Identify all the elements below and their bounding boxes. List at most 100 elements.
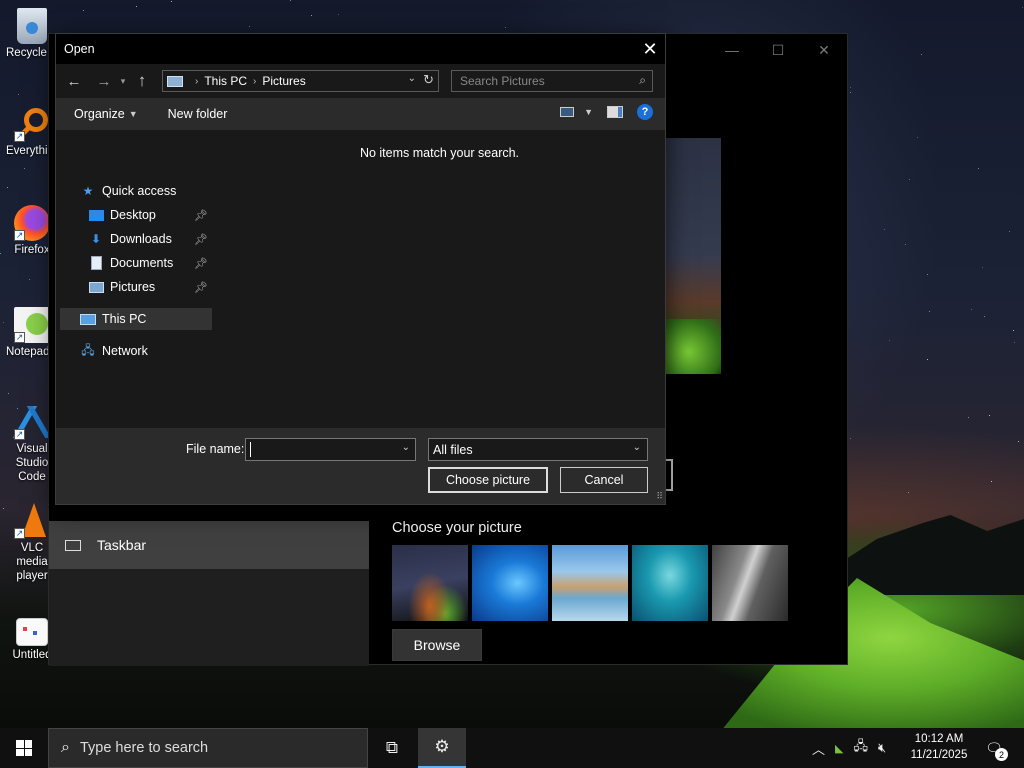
desktop-folder-icon — [88, 208, 104, 222]
pin-icon[interactable]: 📌︎ — [194, 281, 208, 294]
browse-button[interactable]: Browse — [392, 629, 482, 661]
wallpaper-star — [982, 267, 983, 268]
search-placeholder: Search Pictures — [460, 74, 545, 88]
wallpaper-star — [850, 92, 851, 93]
wallpaper-star — [1013, 330, 1014, 331]
thumbnail-rock-cliff[interactable] — [712, 545, 788, 621]
taskbar-search-box[interactable]: ⌕ Type here to search — [48, 728, 368, 768]
wallpaper-star — [290, 0, 291, 1]
nav-item-network[interactable]: 🖧︎ Network — [60, 340, 212, 362]
wallpaper-star — [171, 1, 172, 2]
choose-picture-button[interactable]: Choose picture — [428, 467, 548, 493]
nav-item-label: Desktop — [110, 208, 156, 222]
nav-item-pictures[interactable]: Pictures 📌︎ — [60, 276, 212, 298]
address-bar[interactable]: › This PC › Pictures ⌄ ↻ — [162, 70, 439, 92]
partially-hidden-control — [666, 459, 673, 491]
nav-item-quick-access[interactable]: ★ Quick access — [60, 180, 212, 202]
breadcrumb-separator-icon: › — [253, 75, 257, 87]
chevron-down-icon: ▼ — [584, 107, 593, 117]
chevron-down-icon[interactable]: ⌄ — [402, 442, 410, 453]
wallpaper-star — [929, 311, 930, 312]
clock-time: 10:12 AM — [914, 733, 964, 745]
resize-grip-icon[interactable]: ⠿ — [656, 491, 663, 502]
search-pictures-input[interactable]: Search Pictures ⌕ — [451, 70, 653, 92]
search-icon: ⌕ — [639, 73, 646, 87]
breadcrumb-this-pc[interactable]: This PC — [204, 74, 247, 88]
network-icon: 🖧︎ — [81, 342, 95, 357]
task-view-icon[interactable]: ⧉ — [368, 728, 416, 768]
wallpaper-star — [1018, 441, 1019, 442]
taskbar: ⌕ Type here to search ⧉ ⚙ ︿ ◣ 🖧︎ 🔇︎ 10:1… — [0, 728, 1024, 768]
wallpaper-hill — [840, 515, 1024, 595]
help-icon[interactable]: ? — [637, 104, 653, 120]
computer-icon — [80, 312, 96, 326]
wallpaper-star — [29, 279, 30, 280]
navigation-pane: ★ Quick access Desktop 📌︎ ⬇ Downloads 📌︎… — [56, 130, 214, 428]
thumbnail-windows-blue[interactable] — [472, 545, 548, 621]
computer-icon — [167, 75, 183, 87]
new-folder-button[interactable]: New folder — [162, 102, 234, 126]
file-list-pane[interactable]: No items match your search. — [214, 130, 665, 428]
clock-date: 11/21/2025 — [910, 749, 968, 761]
pin-icon[interactable]: 📌︎ — [194, 209, 208, 222]
forward-arrow-icon[interactable]: → — [92, 69, 116, 93]
refresh-icon[interactable]: ↻ — [423, 72, 434, 88]
dialog-navigation-bar: ← → ▾ ↑ › This PC › Pictures ⌄ ↻ Search … — [56, 64, 665, 98]
thumbnail-underwater[interactable] — [632, 545, 708, 621]
breadcrumb-pictures[interactable]: Pictures — [262, 74, 305, 88]
organize-button[interactable]: Organize ▼ — [68, 102, 144, 126]
vlc-icon: ↗ — [14, 503, 50, 539]
dialog-footer: File name: ⌄ All files ⌄ Choose picture … — [56, 428, 665, 504]
nvidia-icon[interactable]: ◣ — [835, 742, 843, 755]
change-view-button[interactable]: ▼ — [560, 107, 593, 117]
file-type-select[interactable]: All files ⌄ — [428, 438, 648, 461]
wallpaper-star — [311, 15, 312, 16]
cancel-button[interactable]: Cancel — [560, 467, 648, 493]
pin-icon[interactable]: 📌︎ — [194, 233, 208, 246]
shortcut-arrow-icon: ↗ — [14, 131, 25, 142]
recent-locations-chevron-icon[interactable]: ▾ — [116, 69, 130, 93]
everything-search-icon: ↗ — [14, 106, 50, 142]
clock[interactable]: 10:12 AM 11/21/2025 — [908, 731, 970, 763]
settings-nav-pane: Taskbar — [49, 521, 369, 666]
file-type-value: All files — [433, 442, 473, 457]
volume-muted-icon[interactable]: 🔇︎ — [878, 740, 886, 756]
preview-pane-icon[interactable] — [607, 106, 623, 118]
back-arrow-icon[interactable]: ← — [62, 69, 86, 93]
chevron-down-icon: ⌄ — [632, 442, 641, 453]
windows-logo-icon — [16, 740, 32, 756]
maximize-button[interactable]: ☐ — [755, 34, 801, 66]
file-name-label: File name: — [186, 442, 245, 456]
system-tray: ︿ ◣ 🖧︎ 🔇︎ — [812, 728, 886, 768]
close-button[interactable]: ✕ — [801, 34, 847, 66]
settings-nav-item-taskbar[interactable]: Taskbar — [49, 521, 369, 569]
wallpaper-star — [927, 359, 928, 360]
nav-item-this-pc[interactable]: This PC — [60, 308, 212, 330]
picture-thumbnails — [392, 545, 788, 621]
nav-item-desktop[interactable]: Desktop 📌︎ — [60, 204, 212, 226]
settings-gear-icon[interactable]: ⚙ — [418, 728, 466, 768]
file-name-input[interactable]: ⌄ — [245, 438, 416, 461]
wallpaper-star — [850, 87, 851, 88]
wallpaper-star — [1014, 342, 1015, 343]
show-hidden-icons-chevron-icon[interactable]: ︿ — [812, 739, 825, 758]
nav-item-label: Network — [102, 344, 148, 358]
thumbnail-beach[interactable] — [552, 545, 628, 621]
action-center-icon[interactable]: 🗨︎ 2 — [982, 736, 1008, 761]
wallpaper-star — [24, 168, 25, 169]
nav-item-documents[interactable]: Documents 📌︎ — [60, 252, 212, 274]
wallpaper-star — [505, 27, 506, 28]
minimize-button[interactable]: — — [709, 34, 755, 66]
address-dropdown-icon[interactable]: ⌄ — [408, 73, 416, 84]
wallpaper-star — [921, 54, 922, 55]
nav-item-downloads[interactable]: ⬇ Downloads 📌︎ — [60, 228, 212, 250]
network-status-icon[interactable]: 🖧︎ — [853, 737, 868, 759]
wallpaper-star — [905, 244, 906, 245]
start-button[interactable] — [0, 728, 48, 768]
thumbnail-night-sky[interactable] — [392, 545, 468, 621]
wallpaper-star — [971, 309, 972, 310]
dialog-close-button[interactable]: ✕ — [635, 34, 665, 64]
up-arrow-icon[interactable]: ↑ — [130, 69, 154, 93]
pin-icon[interactable]: 📌︎ — [194, 257, 208, 270]
shortcut-arrow-icon: ↗ — [14, 429, 25, 440]
